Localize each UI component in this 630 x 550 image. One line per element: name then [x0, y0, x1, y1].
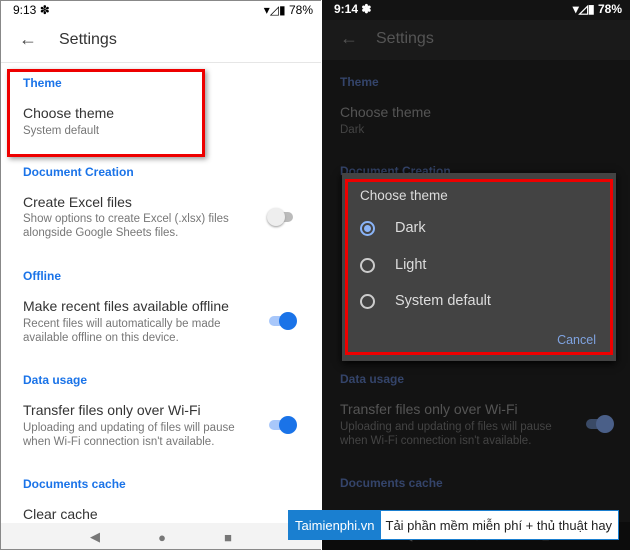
home-nav-icon[interactable]: ●	[158, 530, 166, 545]
cancel-button[interactable]: Cancel	[557, 333, 596, 347]
recents-nav-icon[interactable]: ■	[224, 530, 232, 545]
choose-theme-dialog: Choose theme Dark Light System default C…	[342, 173, 616, 361]
radio-icon[interactable]	[360, 257, 375, 273]
wifi-only-toggle[interactable]	[269, 416, 297, 434]
clock: 9:13	[13, 3, 37, 17]
offline-item[interactable]: Make recent files available offline	[23, 298, 229, 314]
option-dark[interactable]: Dark	[360, 220, 426, 236]
create-excel-desc: Show options to create Excel (.xlsx) fil…	[23, 213, 229, 239]
radio-icon[interactable]	[360, 293, 375, 309]
banner-brand[interactable]: Taimienphi.vn	[289, 511, 381, 539]
watermark-banner: Taimienphi.vn Tải phần mềm miễn phí + th…	[288, 510, 619, 540]
option-light[interactable]: Light	[360, 257, 426, 273]
page-title: Settings	[376, 30, 434, 47]
choose-theme-item[interactable]: Choose theme	[23, 105, 114, 121]
dark-settings-screen: 9:14 ✽ ▾◿▮ 78% ← Settings Theme Choose th…	[322, 0, 630, 550]
section-header-offline: Offline	[23, 269, 61, 283]
section-header-data-usage: Data usage	[23, 373, 88, 387]
back-arrow-icon[interactable]: ←	[19, 29, 37, 50]
slack-icon: ✽	[39, 3, 50, 17]
page-title: Settings	[59, 31, 117, 48]
battery-level: 78%	[597, 2, 622, 16]
section-header-theme: Theme	[340, 75, 379, 89]
option-system-default[interactable]: System default	[360, 293, 491, 309]
back-arrow-icon[interactable]: ←	[340, 28, 358, 49]
option-label: Dark	[395, 220, 426, 236]
back-nav-icon[interactable]: ◀	[90, 529, 100, 545]
nav-bar: ◀ ● ■	[1, 523, 321, 549]
option-label: Light	[395, 257, 427, 273]
section-header-document-creation: Document Creation	[23, 165, 134, 179]
wifi-only-desc: Uploading and updating of files will pau…	[23, 422, 235, 448]
offline-desc: Recent files will automatically be made …	[23, 318, 221, 344]
option-label: System default	[395, 293, 491, 309]
app-bar	[322, 20, 630, 60]
choose-theme-item[interactable]: Choose theme	[340, 104, 431, 120]
offline-toggle[interactable]	[269, 312, 297, 330]
light-settings-screen: 9:13 ✽ ▾◿▮ 78% ← Settings Theme Choose th…	[0, 0, 321, 550]
status-bar: 9:13 ✽ ▾◿▮ 78%	[13, 3, 313, 19]
wifi-only-item[interactable]: Transfer files only over Wi-Fi	[23, 402, 201, 418]
theme-value: System default	[23, 125, 100, 137]
wifi-icon: ▾◿▮	[263, 3, 286, 17]
slack-icon: ✽	[361, 2, 372, 16]
theme-value: Dark	[340, 124, 365, 136]
wifi-icon: ▾◿▮	[572, 2, 595, 16]
banner-tagline: Tải phần mềm miễn phí + thủ thuật hay	[380, 511, 618, 539]
section-header-documents-cache: Documents cache	[23, 477, 126, 491]
section-header-theme: Theme	[23, 76, 62, 90]
section-header-documents-cache: Documents cache	[340, 476, 443, 490]
status-bar: 9:14 ✽ ▾◿▮ 78%	[334, 2, 622, 18]
clock: 9:14	[334, 2, 359, 16]
wifi-only-item[interactable]: Transfer files only over Wi-Fi	[340, 401, 518, 417]
wifi-only-toggle[interactable]	[586, 415, 614, 433]
wifi-only-desc: Uploading and updating of files will pau…	[340, 421, 552, 447]
radio-selected-icon[interactable]	[360, 220, 375, 236]
divider	[1, 62, 321, 63]
create-excel-item[interactable]: Create Excel files	[23, 194, 132, 210]
clear-cache-item[interactable]: Clear cache	[23, 506, 98, 522]
section-header-data-usage: Data usage	[340, 372, 405, 386]
dialog-title: Choose theme	[360, 188, 448, 203]
create-excel-toggle[interactable]	[267, 208, 293, 226]
battery-level: 78%	[288, 3, 313, 17]
